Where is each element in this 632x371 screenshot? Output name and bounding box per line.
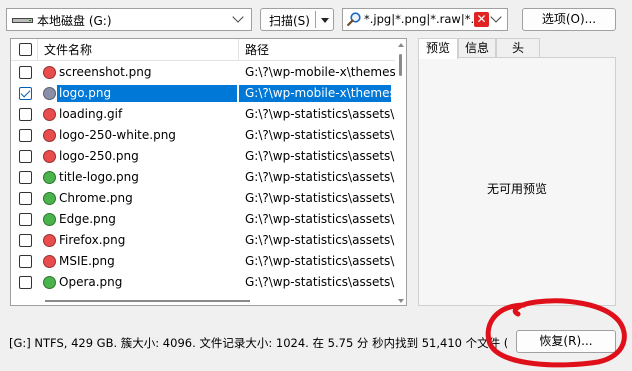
file-name[interactable]: loading.gif <box>59 107 122 121</box>
file-path[interactable]: G:\?\wp-statistics\assets\ <box>245 149 395 163</box>
table-row[interactable]: loading.gif G:\?\wp-statistics\assets\ <box>11 104 396 125</box>
status-dot-icon <box>43 276 56 289</box>
status-dot-icon <box>43 234 56 247</box>
status-dot-icon <box>43 171 56 184</box>
row-checkbox[interactable] <box>19 213 32 226</box>
row-checkbox[interactable] <box>19 276 32 289</box>
status-dot-icon <box>43 66 56 79</box>
no-preview-text: 无可用预览 <box>486 182 547 196</box>
row-checkbox[interactable] <box>19 108 32 121</box>
file-name[interactable]: Chrome.png <box>59 191 133 205</box>
drive-icon <box>12 18 33 23</box>
file-name[interactable]: title-logo.png <box>59 170 139 184</box>
status-dot-icon <box>43 192 56 205</box>
file-path[interactable]: G:\?\wp-statistics\assets\ <box>245 170 395 184</box>
filter-text: *.jpg|*.png|*.raw|*.gi <box>364 12 474 26</box>
clear-filter-icon[interactable]: ✕ <box>474 12 489 27</box>
status-dot-icon <box>43 129 56 142</box>
drive-select[interactable]: 本地磁盘 (G:) <box>6 8 252 31</box>
status-dot-icon <box>43 87 56 100</box>
file-name[interactable]: MSIE.png <box>59 254 115 268</box>
file-name[interactable]: logo-250-white.png <box>59 128 176 142</box>
scroll-thumb[interactable] <box>45 300 250 302</box>
table-row[interactable]: Firefox.png G:\?\wp-statistics\assets\ <box>11 230 396 251</box>
file-list[interactable]: 文件名称 路径 screenshot.png G:\?\wp-mobile-x\t… <box>10 38 407 306</box>
select-all-checkbox[interactable] <box>19 43 32 56</box>
scroll-down-icon[interactable] <box>398 299 404 303</box>
table-row[interactable]: logo-250-white.png G:\?\wp-statistics\ass… <box>11 125 396 146</box>
scan-button[interactable]: 扫描(S) <box>260 8 334 31</box>
table-row[interactable]: Edge.png G:\?\wp-statistics\assets\ <box>11 209 396 230</box>
status-dot-icon <box>43 255 56 268</box>
status-dot-icon <box>43 150 56 163</box>
scan-divider <box>315 11 316 28</box>
status-dot-icon <box>43 108 56 121</box>
chevron-down-icon[interactable] <box>490 11 502 23</box>
preview-area: 无可用预览 <box>418 57 616 306</box>
row-checkbox[interactable] <box>19 171 32 184</box>
filter-input[interactable]: *.jpg|*.png|*.raw|*.gi ✕ <box>342 8 508 31</box>
chevron-down-icon <box>232 11 244 23</box>
file-name[interactable]: logo-250.png <box>59 149 139 163</box>
row-checkbox[interactable] <box>19 255 32 268</box>
table-row[interactable]: MSIE.png G:\?\wp-statistics\assets\ <box>11 251 396 272</box>
horizontal-scrollbar[interactable] <box>11 295 396 305</box>
drive-label: 本地磁盘 (G:) <box>37 14 112 28</box>
recover-button[interactable]: 恢复(R)... <box>516 330 616 353</box>
column-header-path[interactable]: 路径 <box>245 39 269 61</box>
table-row[interactable]: title-logo.png G:\?\wp-statistics\assets\ <box>11 167 396 188</box>
column-header-name[interactable]: 文件名称 <box>44 39 92 61</box>
row-checkbox[interactable] <box>19 150 32 163</box>
table-row[interactable]: screenshot.png G:\?\wp-mobile-x\themes\ <box>11 62 396 83</box>
row-checkbox[interactable] <box>19 129 32 142</box>
file-path[interactable]: G:\?\wp-statistics\assets\ <box>245 128 395 142</box>
scan-label: 扫描(S) <box>269 14 310 28</box>
scroll-thumb[interactable] <box>399 54 402 76</box>
file-path[interactable]: G:\?\wp-statistics\assets\ <box>245 254 395 268</box>
file-path[interactable]: G:\?\wp-mobile-x\themes\ <box>239 85 391 102</box>
row-checkbox[interactable] <box>19 192 32 205</box>
file-rows: screenshot.png G:\?\wp-mobile-x\themes\ lo… <box>11 62 396 305</box>
file-name[interactable]: logo.png <box>57 85 237 102</box>
table-row[interactable]: Chrome.png G:\?\wp-statistics\assets\ <box>11 188 396 209</box>
status-text: [G:] NTFS, 429 GB. 簇大小: 4096. 文件记录大小: 10… <box>9 336 507 350</box>
list-header: 文件名称 路径 <box>11 39 396 61</box>
file-path[interactable]: G:\?\wp-statistics\assets\ <box>245 275 395 289</box>
file-path[interactable]: G:\?\wp-statistics\assets\ <box>245 107 395 121</box>
table-row[interactable]: logo.png G:\?\wp-mobile-x\themes\ <box>11 83 396 104</box>
column-divider[interactable] <box>37 39 38 61</box>
vertical-scrollbar[interactable] <box>395 39 406 305</box>
file-name[interactable]: Opera.png <box>59 275 122 289</box>
search-icon <box>347 12 361 26</box>
tab-info[interactable]: 信息 <box>458 38 496 58</box>
file-name[interactable]: Firefox.png <box>59 233 125 247</box>
scroll-up-icon[interactable] <box>398 43 404 47</box>
preview-tabs: 预览 信息 头 <box>418 38 618 59</box>
file-path[interactable]: G:\?\wp-mobile-x\themes\ <box>245 65 395 79</box>
file-path[interactable]: G:\?\wp-statistics\assets\ <box>245 212 395 226</box>
scan-dropdown-icon[interactable] <box>321 18 329 23</box>
row-checkbox[interactable] <box>19 87 32 100</box>
status-dot-icon <box>43 213 56 226</box>
table-row[interactable]: logo-250.png G:\?\wp-statistics\assets\ <box>11 146 396 167</box>
row-checkbox[interactable] <box>19 66 32 79</box>
tab-header[interactable]: 头 <box>496 38 540 58</box>
table-row[interactable]: Opera.png G:\?\wp-statistics\assets\ <box>11 272 396 293</box>
options-button[interactable]: 选项(O)... <box>522 8 616 31</box>
file-path[interactable]: G:\?\wp-statistics\assets\ <box>245 233 395 247</box>
file-name[interactable]: Edge.png <box>59 212 116 226</box>
row-checkbox[interactable] <box>19 234 32 247</box>
file-name[interactable]: screenshot.png <box>59 65 151 79</box>
column-divider[interactable] <box>238 39 239 61</box>
tab-preview[interactable]: 预览 <box>418 38 458 59</box>
file-path[interactable]: G:\?\wp-statistics\assets\ <box>245 191 395 205</box>
